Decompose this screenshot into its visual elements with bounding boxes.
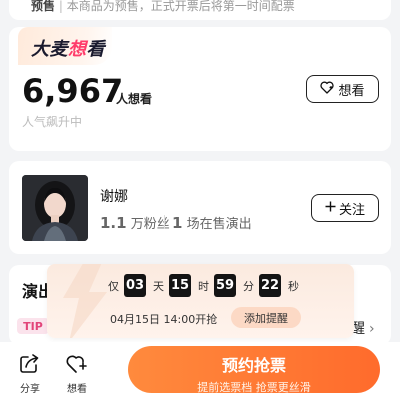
reserve-ticket-button[interactable]: 预约抢票 提前选票档 抢票更丝滑 [128,346,380,394]
want-button-label: 想看 [338,83,365,99]
tip-badge: TIP [17,318,49,334]
artist-shows: 1 场在售演出 [172,213,252,232]
share-icon [19,354,41,378]
artist-name[interactable]: 谢娜 [100,186,128,206]
presale-notice-text: 本商品为预售，正式开票后将第一时间配票 [66,0,295,13]
popularity-rising-text: 人气飙升中 [22,115,83,129]
countdown-hours-unit: 时 [198,280,209,293]
countdown-minutes: 59 [214,274,236,297]
countdown-days-unit: 天 [153,280,164,293]
artist-fans-count: 1.1 [100,214,127,232]
artist-shows-count: 1 [172,214,183,232]
countdown-hours: 15 [169,274,191,297]
presale-notice: 预售 | 本商品为预售，正式开票后将第一时间配票 [31,0,295,13]
bottom-want-button[interactable]: 想看 [66,354,88,395]
want-to-see-button[interactable]: 想看 [306,75,379,103]
artist-shows-label: 场在售演出 [186,217,252,232]
reserve-title: 预约抢票 [221,356,286,375]
artist-stats-divider [164,215,165,229]
sale-countdown-panel: 仅 03 天 15 时 59 分 22 秒 04月15日 14:00开抢 添加提… [47,264,354,338]
want-count: 6,967 [22,72,124,110]
countdown-seconds-unit: 秒 [288,280,299,293]
artist-fans: 1.1 万粉丝 [100,213,170,232]
follow-button[interactable]: 关注 [311,194,379,222]
add-reminder-button[interactable]: 添加提醒 [231,307,301,328]
bottom-want-label: 想看 [67,384,87,395]
share-button[interactable]: 分享 [19,354,41,395]
presale-tag: 预售 [31,0,56,13]
reserve-subtitle: 提前选票档 抢票更丝滑 [197,381,311,394]
want-count-unit: 人想看 [116,92,153,106]
share-label: 分享 [20,384,40,395]
heart-plus-icon [66,354,88,378]
chevron-right-icon: › [369,321,375,337]
logo-text-accent: 想 [68,39,87,60]
countdown-days: 03 [124,274,146,297]
logo-text-left: 大麦 [31,39,68,60]
follow-button-label: 关注 [338,202,365,218]
logo-text-right: 看 [86,39,105,60]
plus-icon [325,201,336,216]
countdown-minutes-unit: 分 [243,280,254,293]
damai-want-logo: 大麦想看 [18,27,112,65]
presale-notice-card: 预售 | 本商品为预售，正式开票后将第一时间配票 [9,0,391,20]
countdown-timer: 仅 03 天 15 时 59 分 22 秒 [47,274,354,298]
sale-start-time: 04月15日 14:00开抢 [110,313,218,326]
heart-plus-icon [320,81,335,98]
countdown-seconds: 22 [259,274,281,297]
reminder-link[interactable]: 醒 › [351,318,375,338]
artist-avatar[interactable] [22,175,88,241]
countdown-prefix: 仅 [108,280,119,293]
